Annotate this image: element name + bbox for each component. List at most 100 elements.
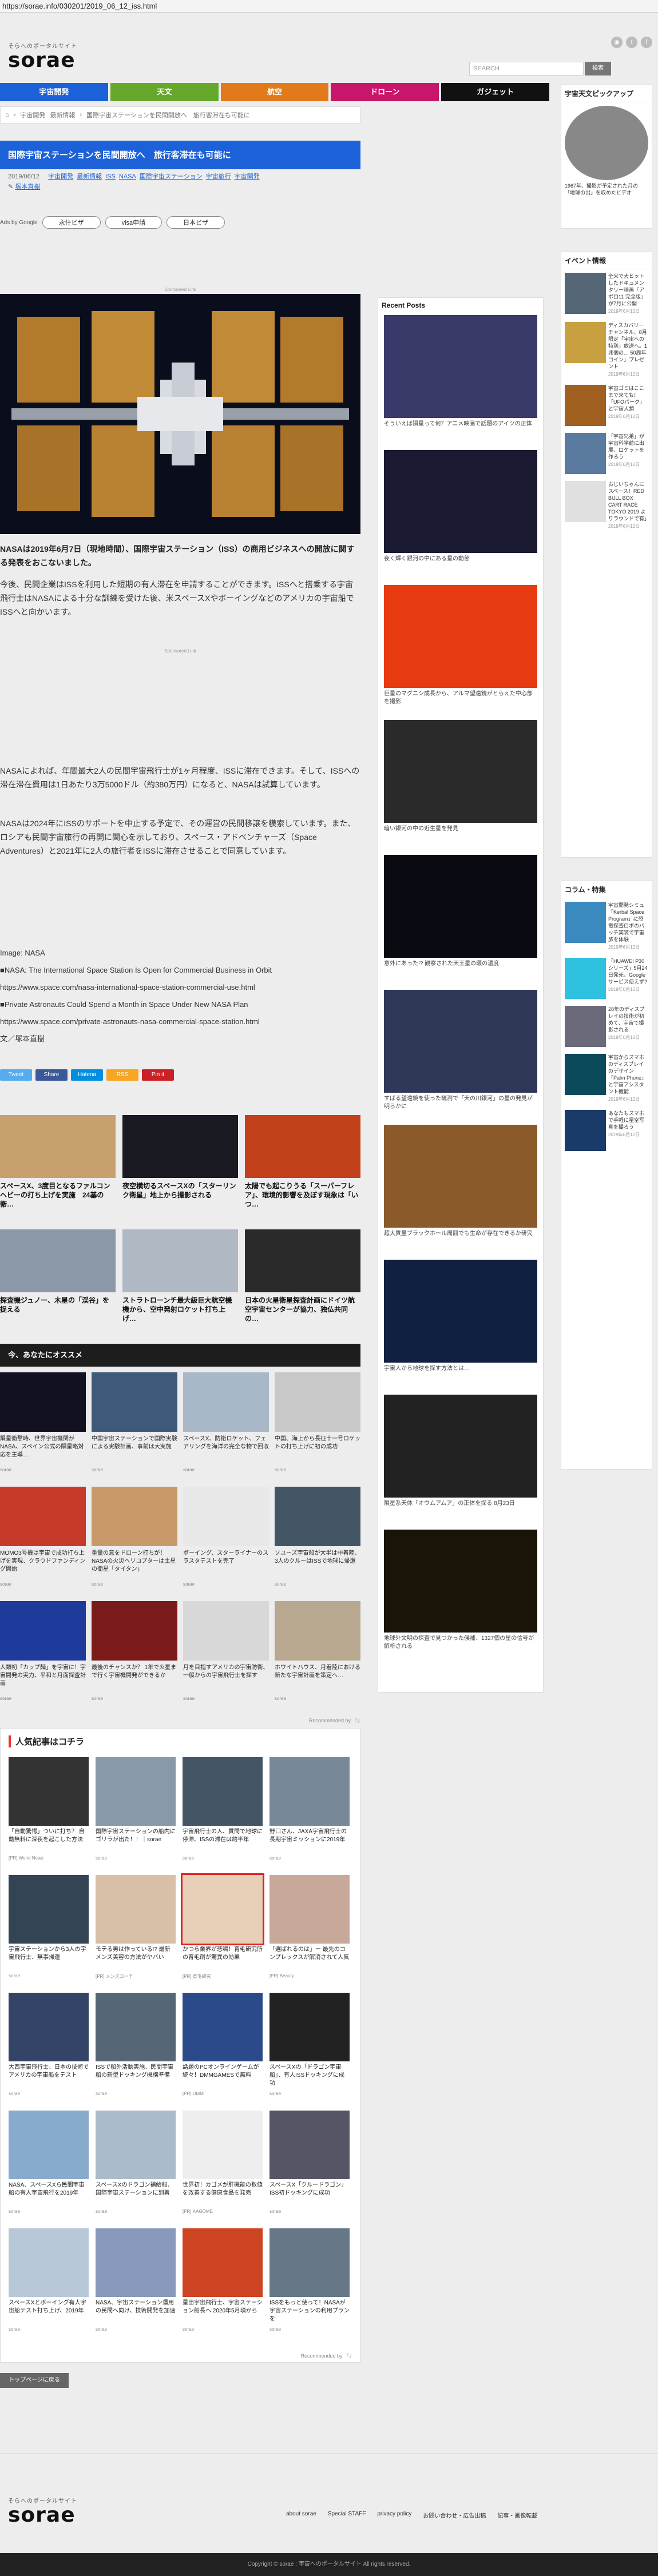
popular-item[interactable]: NASA、宇宙ステーション運用の民間へ向け、技術開発を加速 sorae — [96, 2228, 176, 2343]
nav-item[interactable]: ドローン — [331, 83, 439, 101]
twitter-icon[interactable]: t — [626, 37, 637, 48]
side-item[interactable]: 1967年、撮影が予定された月の「地球の出」を収めたビデオ — [561, 102, 652, 200]
popular-item[interactable]: 大西宇宙飛行士、日本の技術でアメリカの宇宙船をテスト sorae — [9, 1993, 89, 2107]
share-button[interactable]: Hatena — [71, 1069, 103, 1081]
facebook-icon[interactable]: f — [641, 37, 652, 48]
ad-pill[interactable]: 永住ビザ — [42, 216, 101, 229]
recommend-item[interactable]: ソユーズ宇宙船が大半は中着陸、3人のクルーはISSで地球に帰還 sorae — [275, 1487, 360, 1595]
nav-item[interactable]: 航空 — [220, 83, 329, 101]
related-article[interactable]: 太陽でも起こりうる「スーパーフレア」、環境的影響を及ぼす現象は「いつ… — [245, 1115, 360, 1224]
popular-item[interactable]: ISSをもっと使って！NASAが宇宙ステーションの利用プランを sorae — [269, 2228, 350, 2343]
ad-pill[interactable]: visa申請 — [105, 216, 162, 229]
popular-item[interactable]: 話題のPCオンラインゲームが続々！DMMGAMESで無料 [PR] DMM — [183, 1993, 263, 2107]
article-tag[interactable]: NASA — [119, 173, 136, 180]
back-to-top-button[interactable]: トップページに戻る — [0, 2373, 69, 2388]
home-icon[interactable]: ⌂ — [5, 112, 9, 118]
search-button[interactable]: 検索 — [585, 62, 611, 75]
footer-logo[interactable]: そらへのポータルサイト sorae — [8, 2496, 77, 2526]
breadcrumb-item[interactable]: 最新情報 — [50, 110, 75, 120]
recent-post[interactable]: 巨星のマグニシ成長から、アルマ望遠鏡がとらえた中心部を撮影 — [384, 585, 537, 706]
footer-link[interactable]: お問い合わせ・広告出稿 — [423, 2511, 486, 2519]
recent-post[interactable]: 地球外文明の探査で見つかった候補、1327個の星の信号が解析される — [384, 1530, 537, 1651]
popular-item[interactable]: 野口さん、JAXA宇宙飛行士の長期宇宙ミッションに2019年 sorae — [269, 1757, 350, 1872]
popular-item[interactable]: かつら業界が悲鳴！育毛研究所の育毛剤が驚異の効果 [PR] 育毛研究 — [181, 1873, 264, 1989]
side-item[interactable]: 宇宙ゴミはここまで来ても！「UFOパーク」と宇宙人類 2019年6月12日 — [561, 381, 652, 429]
address-bar[interactable]: https://sorae.info/030201/2019_06_12_iss… — [0, 0, 658, 13]
side-item[interactable]: 宇宙からスマホのディスプレイのデザイン「Palm Phone」と宇宙アシスタント… — [561, 1050, 652, 1106]
popular-item[interactable]: 宇宙ステーションから3人の宇宙飛行士、無事帰還 sorae — [9, 1875, 89, 1989]
article-tag[interactable]: 国際宇宙ステーション — [140, 173, 203, 180]
popular-item[interactable]: NASA、スペースXら民間宇宙船の有人宇宙飛行を2019年 sorae — [9, 2111, 89, 2225]
footer-link[interactable]: privacy policy — [377, 2511, 411, 2519]
popular-item[interactable]: スペースXとボーイング有人宇宙船テスト打ち上げ、2019年 sorae — [9, 2228, 89, 2343]
related-article[interactable]: 日本の火星衛星探査計画にドイツ航空宇宙センターが協力、独仏共同の… — [245, 1229, 360, 1338]
article-tag[interactable]: 宇宙開発 — [235, 173, 260, 180]
article-tag[interactable]: ISS — [105, 173, 116, 180]
share-button[interactable]: RSS — [106, 1069, 138, 1081]
side-item[interactable]: 「宇宙兄弟」が宇宙科学館に出展、ロケットを作ろう 2019年6月12日 — [561, 429, 652, 477]
side-item[interactable]: 全米で大ヒットしたドキュメンタリー映画『アポロ11 完全版』が7月に公開 2019… — [561, 269, 652, 318]
popular-item[interactable]: 「自動驚愕」ついに打ち？ 自動無料に深夜を起こした方法 [PR] Weird Ne… — [9, 1757, 89, 1872]
recent-post[interactable]: 超大質量ブラックホール周囲でも生命が存在できるか研究 — [384, 1125, 537, 1238]
side-item[interactable]: 28年のディスプレイの技術が初めて、宇宙で撮影される 2019年6月12日 — [561, 1002, 652, 1050]
side-title: 全米で大ヒットしたドキュメンタリー映画『アポロ11 完全版』が7月に公開 2019… — [608, 273, 648, 315]
nav-item[interactable]: 宇宙開発 — [0, 83, 108, 101]
recommend-item[interactable]: 隕星衝撃時、世界宇宙機関がNASA、スペイン公式の隕星略対応を主導… sorae — [0, 1372, 86, 1481]
popular-item[interactable]: 「選ばれるのは」ー 最先のコンプレックスが解消されて人気 [PR] Beauty — [269, 1875, 350, 1989]
share-button[interactable]: Share — [35, 1069, 68, 1081]
source-link[interactable]: https://www.space.com/nasa-international… — [0, 979, 360, 996]
site-logo[interactable]: そらへのポータルサイト sorae — [8, 41, 77, 71]
popular-item[interactable]: 宇宙飛行士の入、質問で地球に停滞、ISSの滞在は約半年 sorae — [183, 1757, 263, 1872]
popular-item[interactable]: スペースXのドラゴン補給船、国際宇宙ステーションに到着 sorae — [96, 2111, 176, 2225]
recent-post[interactable]: 夜く輝く銀河の中にある星の動態 — [384, 450, 537, 563]
popular-item[interactable]: 世界初！カゴメが肝機能の数値を改善する健康食品を発売 [PR] KAGOME — [183, 2111, 263, 2225]
footer-link[interactable]: 記事・画像転載 — [497, 2511, 537, 2519]
nav-item[interactable]: ガジェット — [441, 83, 549, 101]
recommend-item[interactable]: ホワイトハウス、月着陸における新たな宇宙計画を策定へ… sorae — [275, 1601, 360, 1710]
side-item[interactable]: 「HUAWEI P30シリーズ」5月24日発売、Googleサービス使えず? 20… — [561, 954, 652, 1002]
popular-item[interactable]: 国際宇宙ステーションの船内にゴリラが出た！！｜sorae sorae — [96, 1757, 176, 1872]
popular-item[interactable]: ISSで船外活動実施、民間宇宙船の新型ドッキング機構準備 sorae — [96, 1993, 176, 2107]
recommend-item[interactable]: ボーイング、スターライナーのスラスタテストを完了 sorae — [183, 1487, 269, 1595]
popular-item[interactable]: スペースX「クルードラゴン」ISS初ドッキングに成功 sorae — [269, 2111, 350, 2225]
share-button[interactable]: Pin it — [142, 1069, 174, 1081]
breadcrumb-item[interactable]: 宇宙開発 — [20, 110, 45, 120]
popular-item[interactable]: スペースXの「ドラゴン宇宙船」、有人ISSドッキングに成功 sorae — [269, 1993, 350, 2107]
recent-post[interactable]: すばる望遠鏡を使った観測で「天の川銀河」の星の発見が明らかに — [384, 990, 537, 1111]
ad-pill[interactable]: 日本ビザ — [167, 216, 225, 229]
source-link[interactable]: https://www.space.com/private-astronauts… — [0, 1013, 360, 1030]
article-tag[interactable]: 宇宙旅行 — [206, 173, 231, 180]
related-article[interactable]: 夜空横切るスペースXの「スターリンク衛星」地上から撮影される — [122, 1115, 238, 1224]
recent-post[interactable]: 隕星系天体「オウムアムア」の正体を探る 8月23日 — [384, 1395, 537, 1508]
recommend-item[interactable]: 中国宇宙ステーションで国際実験による実験計画、事前は大実施 sorae — [92, 1372, 177, 1481]
recommend-item[interactable]: 重量の意をドローン打ちが！NASAの火災ヘリコプターは土星の衛星「タイタン」 so… — [92, 1487, 177, 1595]
share-button[interactable]: Tweet — [0, 1069, 32, 1081]
side-item[interactable]: 宇宙開発シミュ「Kerbal Space Program」に恐竜探査ロボのパッチ… — [561, 898, 652, 954]
related-article[interactable]: 探査機ジュノー、木星の「渓谷」を捉える — [0, 1229, 116, 1338]
rss-icon[interactable]: ◉ — [611, 37, 623, 48]
recent-post[interactable]: 意外にあった!? 観察された天王星の環の温度 — [384, 855, 537, 968]
recommend-item[interactable]: MOMO3号機は宇宙で成功打ち上げを実現、クラウドファンディング開始 sorae — [0, 1487, 86, 1595]
recent-post[interactable]: 宇宙人から地球を探す方法とは… — [384, 1260, 537, 1373]
popular-item[interactable]: モテる男は作っている!? 最新メンズ美容の方法がヤバい [PR] メンズコーチ — [96, 1875, 176, 1989]
author-link[interactable]: 塚本直樹 — [15, 184, 40, 190]
footer-link[interactable]: about sorae — [286, 2511, 316, 2519]
footer-link[interactable]: Special STAFF — [328, 2511, 366, 2519]
recommend-item[interactable]: 最後のチャンスか？ 1年で火星まで行く宇宙機開発ができるか sorae — [92, 1601, 177, 1710]
recommend-item[interactable]: スペースX、防衛ロケット、フェアリングを海洋の完全な物で回収 sorae — [183, 1372, 269, 1481]
related-article[interactable]: ストラトローンチ最大級巨大航空機機から、空中発射ロケット打ち上げ… — [122, 1229, 238, 1338]
nav-item[interactable]: 天文 — [110, 83, 219, 101]
recommend-item[interactable]: 中国、海上から長征十一号ロケットの打ち上げに初の成功 sorae — [275, 1372, 360, 1481]
popular-item[interactable]: 星出宇宙飛行士、宇宙ステーション船長へ 2020年5月頃から sorae — [183, 2228, 263, 2343]
side-item[interactable]: おじいちゃんにスペース！RED BULL BOX CART RACE TOKYO… — [561, 477, 652, 533]
article-tag[interactable]: 宇宙開発 — [48, 173, 73, 180]
search-input[interactable]: SEARCH — [469, 62, 584, 75]
article-tag[interactable]: 最新情報 — [77, 173, 102, 180]
side-item[interactable]: ディスカバリーチャンネル、8月限定「宇宙への特別」放送へ。1兆個の… 50周年コ… — [561, 318, 652, 381]
recent-post[interactable]: 暗い銀河の中の近生星を発見 — [384, 720, 537, 833]
related-article[interactable]: スペースX、3度目となるファルコンヘビーの打ち上げを実施 24基の衛… — [0, 1115, 116, 1224]
recommend-item[interactable]: 月を目指すアメリカの宇宙防衛、一般からの宇宙飛行士を探す sorae — [183, 1601, 269, 1710]
side-item[interactable]: あなたもスマホで手軽に星空写真を撮ろう 2019年6月12日 — [561, 1106, 652, 1154]
recent-post[interactable]: そういえば隕星って何？アニメ映画で話題のアイツの正体 — [384, 315, 537, 428]
recommend-item[interactable]: 人類初「カップ麺」を宇宙に！宇宙開発の実力、平和と月面探査計画 sorae — [0, 1601, 86, 1710]
